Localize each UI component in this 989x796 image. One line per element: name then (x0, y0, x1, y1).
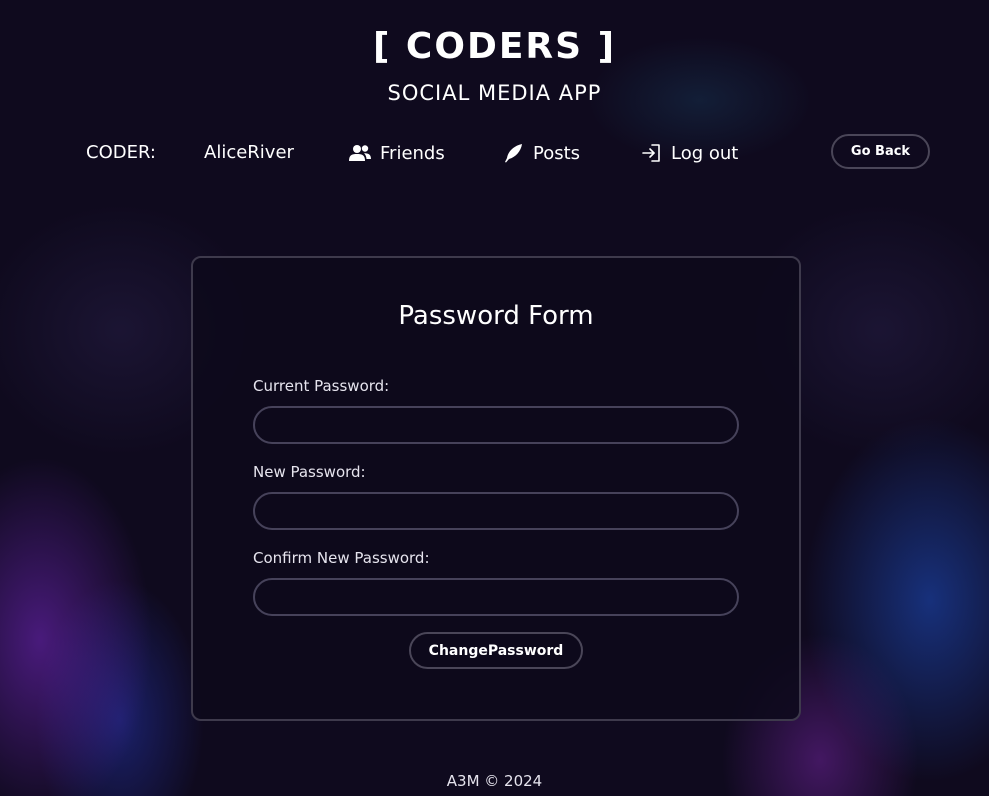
nav-friends-label: Friends (380, 142, 445, 164)
go-back-button[interactable]: Go Back (831, 134, 930, 169)
form-title: Password Form (398, 301, 594, 331)
feather-icon (502, 143, 524, 163)
change-password-button[interactable]: ChangePassword (409, 632, 583, 669)
coder-label: CODER: (86, 142, 156, 163)
nav-posts-link[interactable]: Posts (502, 138, 580, 168)
new-password-input[interactable] (253, 492, 739, 530)
logout-icon (640, 143, 662, 163)
nav-logout-label: Log out (671, 142, 739, 164)
nav-posts-label: Posts (533, 142, 581, 164)
app-subtitle: SOCIAL MEDIA APP (387, 81, 602, 105)
current-password-label: Current Password: (253, 377, 390, 395)
new-password-label: New Password: (253, 463, 366, 481)
confirm-password-input[interactable] (253, 578, 739, 616)
nav-friends-link[interactable]: Friends (349, 138, 445, 168)
password-form-card: Password Form Current Password: New Pass… (191, 256, 801, 721)
app-title: [ CODERS ] (372, 26, 617, 67)
current-username: AliceRiver (204, 142, 294, 163)
current-password-input[interactable] (253, 406, 739, 444)
footer-copyright: A3M © 2024 (446, 772, 543, 790)
confirm-password-label: Confirm New Password: (253, 549, 430, 567)
users-icon (349, 143, 371, 163)
nav-logout-link[interactable]: Log out (640, 138, 738, 168)
